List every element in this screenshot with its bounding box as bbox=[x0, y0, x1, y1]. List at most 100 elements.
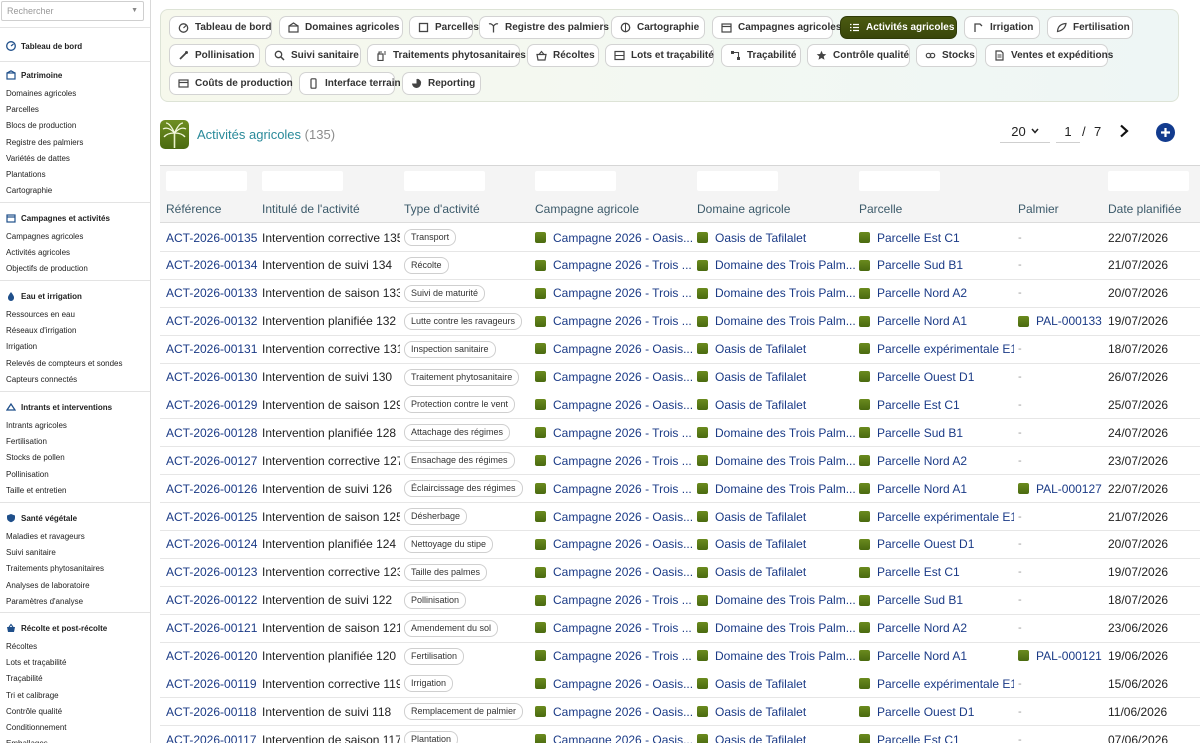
cell-campaign-link[interactable]: Campagne 2026 - Oasis... bbox=[535, 231, 693, 245]
cell-reference-value[interactable]: ACT-2026-00134 bbox=[166, 258, 257, 272]
nav-button-palm[interactable]: Registre des palmiers bbox=[479, 16, 609, 39]
sidebar-item[interactable]: Domaines agricoles bbox=[6, 89, 76, 98]
cell-campaign-link[interactable]: Campagne 2026 - Oasis... bbox=[535, 342, 693, 356]
sidebar-item[interactable]: Objectifs de production bbox=[6, 264, 88, 273]
cell-plot-link[interactable]: Parcelle Ouest D1 bbox=[859, 537, 974, 551]
add-activity-button[interactable] bbox=[1156, 123, 1175, 142]
nav-button-map[interactable]: Cartographie bbox=[611, 16, 705, 39]
cell-plot-link[interactable]: Parcelle Sud B1 bbox=[859, 426, 963, 440]
sidebar-item[interactable]: Lots et traçabilité bbox=[6, 658, 66, 667]
cell-domain-link[interactable]: Domaine des Trois Palm... bbox=[697, 593, 855, 607]
cell-plot-link[interactable]: Parcelle Nord A2 bbox=[859, 454, 967, 468]
nav-button-spray[interactable]: Traitements phytosanitaires bbox=[367, 44, 526, 67]
caret-down-icon[interactable]: ▼ bbox=[131, 7, 138, 14]
cell-campaign-link[interactable]: Campagne 2026 - Oasis... bbox=[535, 537, 693, 551]
cell-domain-link[interactable]: Domaine des Trois Palm... bbox=[697, 649, 855, 663]
cell-campaign-link[interactable]: Campagne 2026 - Oasis... bbox=[535, 565, 693, 579]
cell-palm-link[interactable]: PAL-000121 bbox=[1018, 649, 1102, 663]
table-row[interactable]: ACT-2026-00128 Intervention planifiée 128… bbox=[160, 419, 1200, 448]
nav-button-pollination[interactable]: Pollinisation bbox=[169, 44, 260, 67]
cell-plot-link[interactable]: Parcelle Sud B1 bbox=[859, 593, 963, 607]
cell-reference-value[interactable]: ACT-2026-00132 bbox=[166, 314, 257, 328]
filter-domain[interactable] bbox=[697, 171, 778, 191]
sidebar-item[interactable]: Activités agricoles bbox=[6, 248, 70, 257]
sidebar-item[interactable]: Parcelles bbox=[6, 105, 39, 114]
nav-button-plot[interactable]: Parcelles bbox=[409, 16, 479, 39]
cell-campaign-link[interactable]: Campagne 2026 - Trois ... bbox=[535, 314, 692, 328]
cell-palm-link[interactable]: PAL-000127 bbox=[1018, 482, 1102, 496]
cell-reference-value[interactable]: ACT-2026-00130 bbox=[166, 370, 257, 384]
filter-date[interactable] bbox=[1108, 171, 1189, 191]
cell-reference-value[interactable]: ACT-2026-00125 bbox=[166, 510, 257, 524]
table-row[interactable]: ACT-2026-00124 Intervention planifiée 124… bbox=[160, 530, 1200, 559]
column-header-reference[interactable]: Référence bbox=[166, 202, 221, 216]
cell-plot-link[interactable]: Parcelle Est C1 bbox=[859, 398, 960, 412]
sidebar-item[interactable]: Analyses de laboratoire bbox=[6, 581, 90, 590]
cell-plot-link[interactable]: Parcelle Ouest D1 bbox=[859, 705, 974, 719]
nav-button-pie[interactable]: Reporting bbox=[402, 72, 481, 95]
table-row[interactable]: ACT-2026-00125 Intervention de saison 125… bbox=[160, 503, 1200, 531]
nav-button-boxes[interactable]: Lots et traçabilité bbox=[605, 44, 714, 67]
cell-reference-value[interactable]: ACT-2026-00127 bbox=[166, 454, 257, 468]
cell-plot-link[interactable]: Parcelle expérimentale E1 bbox=[859, 510, 1014, 524]
sidebar-item[interactable]: Tri et calibrage bbox=[6, 691, 59, 700]
next-page-button[interactable] bbox=[1117, 122, 1131, 140]
sidebar-item[interactable]: Relevés de compteurs et sondes bbox=[6, 359, 123, 368]
column-header-plot[interactable]: Parcelle bbox=[859, 202, 902, 216]
cell-reference-value[interactable]: ACT-2026-00123 bbox=[166, 565, 257, 579]
sidebar-item[interactable]: Irrigation bbox=[6, 342, 37, 351]
nav-button-list[interactable]: Activités agricoles bbox=[840, 16, 957, 39]
nav-button-fertilizer[interactable]: Fertilisation bbox=[1047, 16, 1133, 39]
sidebar-item[interactable]: Paramètres d'analyse bbox=[6, 597, 83, 606]
cell-plot-link[interactable]: Parcelle expérimentale E1 bbox=[859, 677, 1014, 691]
table-row[interactable]: ACT-2026-00131 Intervention corrective 13… bbox=[160, 335, 1200, 364]
cell-plot-link[interactable]: Parcelle expérimentale E1 bbox=[859, 342, 1014, 356]
cell-domain-link[interactable]: Oasis de Tafilalet bbox=[697, 733, 806, 743]
cell-plot-link[interactable]: Parcelle Nord A1 bbox=[859, 314, 967, 328]
cell-campaign-link[interactable]: Campagne 2026 - Trois ... bbox=[535, 593, 692, 607]
table-row[interactable]: ACT-2026-00118 Intervention de suivi 118 R… bbox=[160, 698, 1200, 727]
nav-button-cost[interactable]: Coûts de production bbox=[169, 72, 293, 95]
cell-campaign-link[interactable]: Campagne 2026 - Oasis... bbox=[535, 677, 693, 691]
cell-campaign-link[interactable]: Campagne 2026 - Trois ... bbox=[535, 621, 692, 635]
sidebar-item[interactable]: Récoltes bbox=[6, 642, 37, 651]
cell-reference-value[interactable]: ACT-2026-00131 bbox=[166, 342, 257, 356]
cell-reference-value[interactable]: ACT-2026-00117 bbox=[166, 733, 257, 743]
cell-plot-link[interactable]: Parcelle Est C1 bbox=[859, 733, 960, 743]
cell-plot-link[interactable]: Parcelle Est C1 bbox=[859, 565, 960, 579]
cell-reference-value[interactable]: ACT-2026-00129 bbox=[166, 398, 257, 412]
cell-domain-link[interactable]: Domaine des Trois Palm... bbox=[697, 482, 855, 496]
sidebar-section-header[interactable]: Récolte et post-récolte bbox=[6, 623, 107, 633]
sidebar-item[interactable]: Variétés de dattes bbox=[6, 154, 70, 163]
cell-reference-value[interactable]: ACT-2026-00120 bbox=[166, 649, 257, 663]
nav-button-calendar[interactable]: Campagnes agricoles bbox=[712, 16, 841, 39]
sidebar-item[interactable]: Conditionnement bbox=[6, 723, 66, 732]
cell-domain-link[interactable]: Domaine des Trois Palm... bbox=[697, 621, 855, 635]
filter-plot[interactable] bbox=[859, 171, 940, 191]
sidebar-item[interactable]: Réseaux d'irrigation bbox=[6, 326, 76, 335]
sidebar-item[interactable]: Ressources en eau bbox=[6, 310, 75, 319]
cell-domain-link[interactable]: Domaine des Trois Palm... bbox=[697, 454, 855, 468]
table-row[interactable]: ACT-2026-00117 Intervention de saison 117… bbox=[160, 726, 1200, 743]
cell-plot-link[interactable]: Parcelle Est C1 bbox=[859, 231, 960, 245]
cell-plot-link[interactable]: Parcelle Nord A1 bbox=[859, 482, 967, 496]
nav-button-irrigation[interactable]: Irrigation bbox=[964, 16, 1040, 39]
table-row[interactable]: ACT-2026-00129 Intervention de saison 129… bbox=[160, 391, 1200, 420]
sidebar-item[interactable]: Registre des palmiers bbox=[6, 138, 83, 147]
cell-campaign-link[interactable]: Campagne 2026 - Trois ... bbox=[535, 649, 692, 663]
cell-palm-link[interactable]: PAL-000133 bbox=[1018, 314, 1102, 328]
cell-campaign-link[interactable]: Campagne 2026 - Oasis... bbox=[535, 733, 693, 743]
cell-plot-link[interactable]: Parcelle Nord A1 bbox=[859, 649, 967, 663]
table-row[interactable]: ACT-2026-00130 Intervention de suivi 130 T… bbox=[160, 363, 1200, 392]
cell-domain-link[interactable]: Domaine des Trois Palm... bbox=[697, 314, 855, 328]
cell-domain-link[interactable]: Oasis de Tafilalet bbox=[697, 370, 806, 384]
rows-per-page-select[interactable]: 20 bbox=[1000, 121, 1050, 143]
cell-domain-link[interactable]: Oasis de Tafilalet bbox=[697, 342, 806, 356]
cell-campaign-link[interactable]: Campagne 2026 - Trois ... bbox=[535, 426, 692, 440]
cell-plot-link[interactable]: Parcelle Sud B1 bbox=[859, 258, 963, 272]
cell-reference-value[interactable]: ACT-2026-00135 bbox=[166, 231, 257, 245]
table-row[interactable]: ACT-2026-00123 Intervention corrective 12… bbox=[160, 558, 1200, 587]
sidebar-item[interactable]: Traçabilité bbox=[6, 674, 43, 683]
sidebar-section-header[interactable]: Santé végétale bbox=[6, 513, 77, 523]
sidebar-item[interactable]: Emballages bbox=[6, 739, 48, 743]
